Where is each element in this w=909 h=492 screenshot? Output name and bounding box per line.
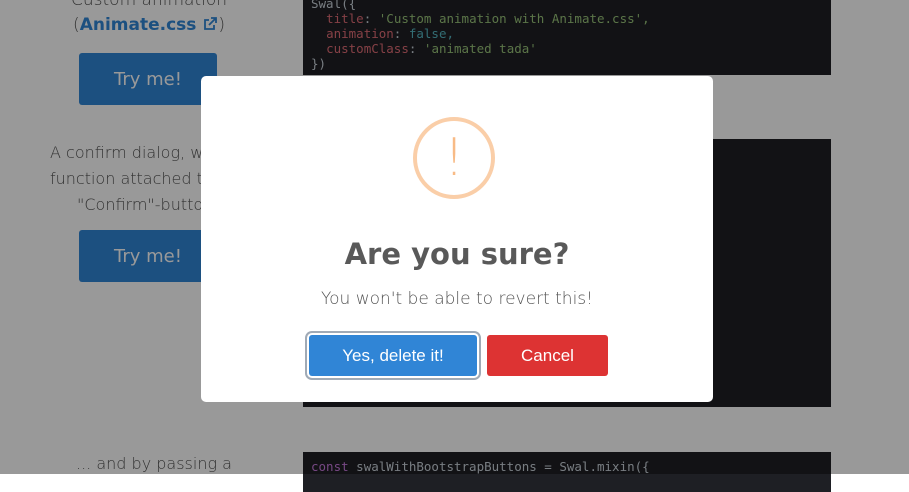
modal-actions: Yes, delete it! Cancel: [201, 335, 713, 376]
exclamation-glyph: !: [443, 128, 465, 188]
warning-icon: !: [413, 117, 495, 199]
modal-text: You won't be able to revert this!: [321, 289, 593, 309]
cancel-button[interactable]: Cancel: [487, 335, 608, 376]
confirm-modal: ! Are you sure? You won't be able to rev…: [201, 76, 713, 402]
confirm-delete-button[interactable]: Yes, delete it!: [309, 335, 477, 376]
modal-title: Are you sure?: [344, 237, 570, 271]
